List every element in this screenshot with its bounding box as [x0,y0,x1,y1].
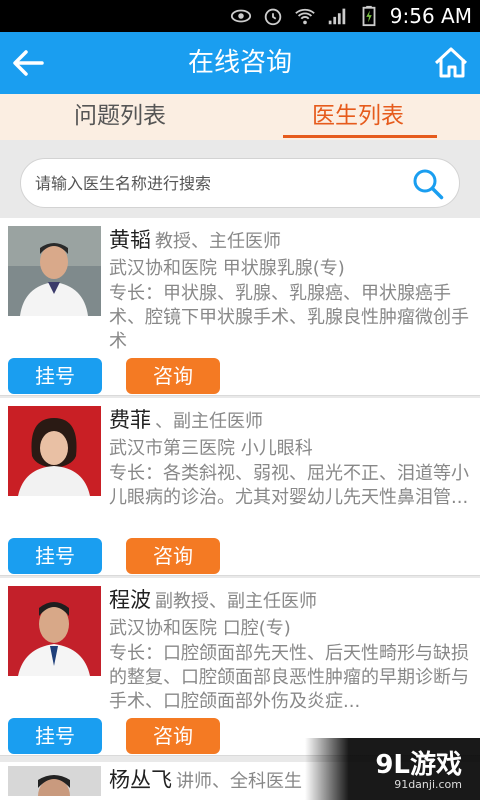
tab-bar: 问题列表 医生列表 [0,94,480,140]
battery-icon [362,5,376,27]
doctor-name: 黄韬 [109,228,151,252]
signal-icon [328,8,346,25]
doctor-name: 费菲 [109,408,151,432]
status-bar: 9:56 AM [0,0,480,32]
tab-label: 问题列表 [74,103,166,129]
search-input[interactable] [35,159,405,207]
watermark-logo: 9L游戏 [375,750,462,780]
doctor-titles: 、副主任医师 [155,411,263,432]
doctor-header: 程波 副教授、副主任医师 [109,584,317,614]
doctor-photo [8,406,101,496]
tab-question-list[interactable]: 问题列表 [45,94,195,140]
doctor-hospital: 武汉协和医院 甲状腺乳腺(专) [109,258,345,279]
doctor-name: 程波 [109,588,151,612]
register-button[interactable]: 挂号 [8,358,102,394]
doctor-titles: 副教授、副主任医师 [155,591,317,612]
doctor-photo [8,586,101,676]
doctor-titles: 讲师、全科医生 [176,771,302,792]
doctor-card[interactable]: 黄韬 教授、主任医师 武汉协和医院 甲状腺乳腺(专) 专长：甲状腺、乳腺、乳腺癌、… [0,218,480,396]
consult-button[interactable]: 咨询 [126,718,220,754]
alarm-icon [264,8,282,26]
clock: 9:56 AM [389,4,472,28]
doctor-photo [8,226,101,316]
watermark-url: 91danji.com [394,778,462,791]
doctor-specialty: 专长：口腔颌面部先天性、后天性畸形与缺损的整复、口腔颌面部良恶性肿瘤的早期诊断与… [109,643,469,712]
doctor-header: 杨丛飞 讲师、全科医生 [109,764,302,794]
doctor-titles: 教授、主任医师 [155,231,281,252]
doctor-hospital: 武汉协和医院 口腔(专) [109,618,291,639]
wifi-icon [295,8,315,25]
doctor-specialty: 专长：各类斜视、弱视、屈光不正、泪道等小儿眼病的诊治。尤其对婴幼儿先天性鼻泪管.… [109,463,469,508]
doctor-header: 黄韬 教授、主任医师 [109,224,281,254]
title-bar: 在线咨询 [0,32,480,94]
doctor-card[interactable]: 费菲 、副主任医师 武汉市第三医院 小儿眼科 专长：各类斜视、弱视、屈光不正、泪道… [0,398,480,576]
register-button[interactable]: 挂号 [8,718,102,754]
search-icon[interactable] [411,167,445,201]
tab-label: 医生列表 [312,103,404,129]
tab-doctor-list[interactable]: 医生列表 [283,94,437,140]
doctor-specialty: 专长：甲状腺、乳腺、乳腺癌、甲状腺癌手术、腔镜下甲状腺手术、乳腺良性肿瘤微创手术 [109,283,469,352]
search-area [0,140,480,218]
doctor-hospital: 武汉市第三医院 小儿眼科 [109,438,313,459]
doctor-card[interactable]: 程波 副教授、副主任医师 武汉协和医院 口腔(专) 专长：口腔颌面部先天性、后天性… [0,578,480,756]
register-button[interactable]: 挂号 [8,538,102,574]
consult-button[interactable]: 咨询 [126,538,220,574]
watermark: 9L游戏 91danji.com [305,738,480,800]
home-icon[interactable] [430,42,472,84]
consult-button[interactable]: 咨询 [126,358,220,394]
doctor-header: 费菲 、副主任医师 [109,404,263,434]
search-box [20,158,460,208]
status-icons: 9:56 AM [230,0,472,32]
doctor-photo [8,766,101,796]
active-tab-indicator [283,135,437,138]
eye-icon [230,9,251,23]
page-title: 在线咨询 [187,48,292,78]
doctor-name: 杨丛飞 [109,768,172,792]
